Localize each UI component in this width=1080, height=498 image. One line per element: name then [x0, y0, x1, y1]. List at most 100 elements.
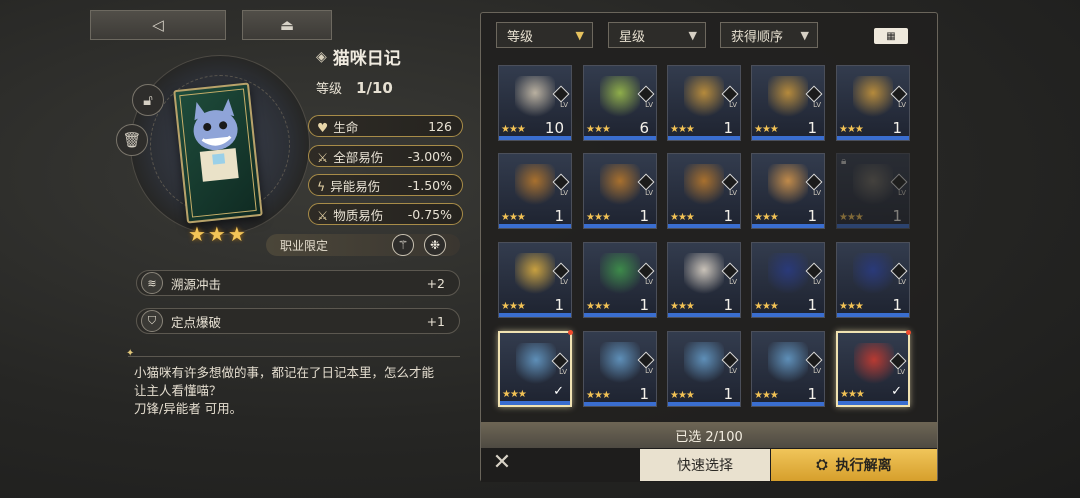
skill-value: +1 — [426, 313, 445, 329]
rarity-diamond-icon — [637, 173, 655, 191]
level-bar — [584, 136, 656, 140]
lock-icon: 🔓︎ — [143, 91, 153, 109]
card-stars: ★★★ — [586, 301, 611, 312]
inventory-card[interactable]: ★★★ LV ✓ — [836, 330, 911, 407]
inventory-card[interactable]: ★★★ LV 1 — [836, 65, 910, 141]
close-button[interactable]: ✕ — [488, 452, 516, 476]
selection-count: 已选 2/100 — [481, 422, 937, 448]
inventory-card[interactable]: ★★★ LV 1 — [667, 242, 741, 318]
level-tag: LV — [897, 368, 905, 376]
stat-label: 异能易伤 — [330, 178, 381, 194]
card-stars: ★★★ — [754, 301, 779, 312]
wind-icon: ≋ — [141, 272, 163, 294]
inventory-card[interactable]: ★★★ LV 10 — [498, 65, 572, 141]
skill-row[interactable]: ≋ 溯源冲击 +2 — [136, 270, 460, 296]
skill-value: +2 — [426, 275, 445, 291]
item-art — [853, 164, 893, 206]
item-art — [600, 76, 640, 118]
order-dropdown[interactable]: 获得顺序 ▼ — [720, 22, 818, 48]
description-line: 小猫咪有许多想做的事，都记在了日记本里，怎么才能 — [134, 365, 435, 380]
rarity-diamond-icon — [637, 262, 655, 280]
inventory-card[interactable]: ★★★ LV 6 — [583, 65, 657, 141]
level-tag: LV — [729, 189, 737, 197]
card-level: 1 — [892, 207, 902, 225]
inventory-card[interactable]: ★★★ LV 1 — [498, 153, 572, 229]
inventory-card[interactable]: ★★★ LV 1 — [667, 153, 741, 229]
dropdown-label: 等级 — [507, 29, 534, 45]
rarity-diamond-icon — [721, 351, 739, 369]
inventory-card[interactable]: ★★★ LV 1 — [751, 331, 825, 407]
card-stars: ★★★ — [754, 124, 779, 135]
inventory-card[interactable]: ★★★ LV 1 🔒︎ — [836, 153, 910, 229]
level-tag: LV — [645, 278, 653, 286]
card-stars: ★★★ — [670, 124, 695, 135]
skill-label: 定点爆破 — [171, 314, 222, 330]
quick-select-button[interactable]: 快速选择 — [640, 449, 770, 481]
rarity-diamond-icon — [805, 173, 823, 191]
level-tag: LV — [559, 368, 567, 376]
rarity-diamond-icon — [721, 85, 739, 103]
diamond-icon: ◈ — [316, 48, 327, 65]
blade-class-icon[interactable]: ⚚ — [392, 234, 414, 256]
card-stars: ★★★ — [839, 301, 864, 312]
back-button[interactable]: ◁ — [90, 10, 226, 40]
dropdown-label: 获得顺序 — [731, 29, 784, 45]
star-filter-dropdown[interactable]: 星级 ▼ — [608, 22, 706, 48]
inventory-card[interactable]: ★★★ LV 1 — [667, 65, 741, 141]
level-tag: LV — [729, 101, 737, 109]
rarity-diamond-icon — [637, 351, 655, 369]
card-level: 1 — [639, 207, 649, 225]
inventory-card[interactable]: ★★★ LV 1 — [583, 331, 657, 407]
skill-row[interactable]: ⛉ 定点爆破 +1 — [136, 308, 460, 334]
grid-view-button[interactable]: ▦ — [874, 28, 908, 44]
blade-icon: ⚔ — [317, 149, 329, 165]
level-label: 等级 — [316, 82, 343, 97]
esper-class-icon[interactable]: ❉ — [424, 234, 446, 256]
stat-row: ϟ 异能易伤 -1.50% — [308, 174, 463, 196]
rarity-diamond-icon — [721, 173, 739, 191]
card-level: 1 — [807, 296, 817, 314]
card-stars: ★★★ — [501, 212, 526, 223]
heart-icon: ♥ — [317, 119, 329, 135]
quick-select-label: 快速选择 — [677, 458, 733, 474]
card-level: 10 — [544, 119, 564, 137]
back-arrow-icon: ◁ — [152, 16, 164, 34]
level-tag: LV — [645, 367, 653, 375]
inventory-card[interactable]: ★★★ LV 1 — [836, 242, 910, 318]
card-level: 1 — [554, 296, 564, 314]
level-tag: LV — [729, 278, 737, 286]
stat-value: -0.75% — [407, 206, 452, 222]
inventory-card[interactable]: ★★★ LV 1 — [751, 242, 825, 318]
inventory-card[interactable]: ★★★ LV 1 — [667, 331, 741, 407]
stat-label: 生命 — [333, 119, 359, 135]
item-art — [768, 342, 808, 384]
rarity-diamond-icon — [890, 85, 908, 103]
level-tag: LV — [813, 278, 821, 286]
inventory-card[interactable]: ★★★ LV 1 — [583, 242, 657, 318]
level-bar — [584, 402, 656, 406]
inventory-card[interactable]: ★★★ LV 1 — [583, 153, 657, 229]
inventory-card[interactable]: ★★★ LV 1 — [751, 65, 825, 141]
level-bar — [752, 136, 824, 140]
item-art — [600, 253, 640, 295]
card-stars: ★★★ — [670, 212, 695, 223]
rarity-diamond-icon — [637, 85, 655, 103]
stat-value: -1.50% — [407, 177, 452, 193]
stat-value: -3.00% — [407, 148, 452, 164]
inventory-card[interactable]: ★★★ LV 1 — [498, 242, 572, 318]
execute-dismantle-button[interactable]: ⛭ 执行解离 — [771, 449, 937, 481]
level-value: 1/10 — [356, 79, 393, 97]
item-stars: ★★★ — [188, 222, 248, 246]
delete-button[interactable]: 🗑︎ — [116, 124, 148, 156]
home-button[interactable]: ⏏ — [242, 10, 332, 40]
level-bar — [668, 136, 740, 140]
card-level: 1 — [723, 119, 733, 137]
selection-text: 已选 2/100 — [675, 429, 743, 445]
lock-button[interactable]: 🔓︎ — [132, 84, 164, 116]
item-art — [768, 164, 808, 206]
inventory-card[interactable]: ★★★ LV ✓ — [498, 330, 573, 407]
inventory-card[interactable]: ★★★ LV 1 — [751, 153, 825, 229]
level-filter-dropdown[interactable]: 等级 ▼ — [496, 22, 593, 48]
item-art — [684, 76, 724, 118]
item-art — [684, 253, 724, 295]
